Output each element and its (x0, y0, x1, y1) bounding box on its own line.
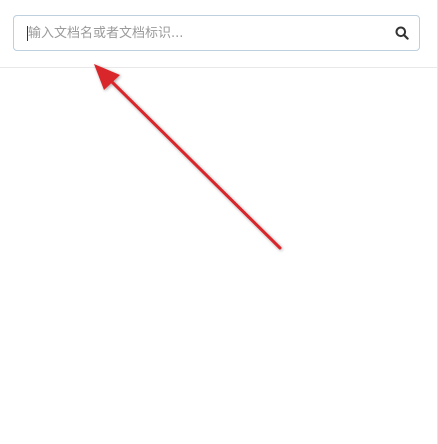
search-bar (0, 0, 437, 68)
search-icon (395, 26, 409, 40)
document-search-input[interactable] (14, 16, 389, 50)
search-box (13, 15, 420, 51)
search-button[interactable] (385, 16, 419, 50)
text-caret (27, 26, 28, 41)
document-panel (0, 0, 438, 444)
